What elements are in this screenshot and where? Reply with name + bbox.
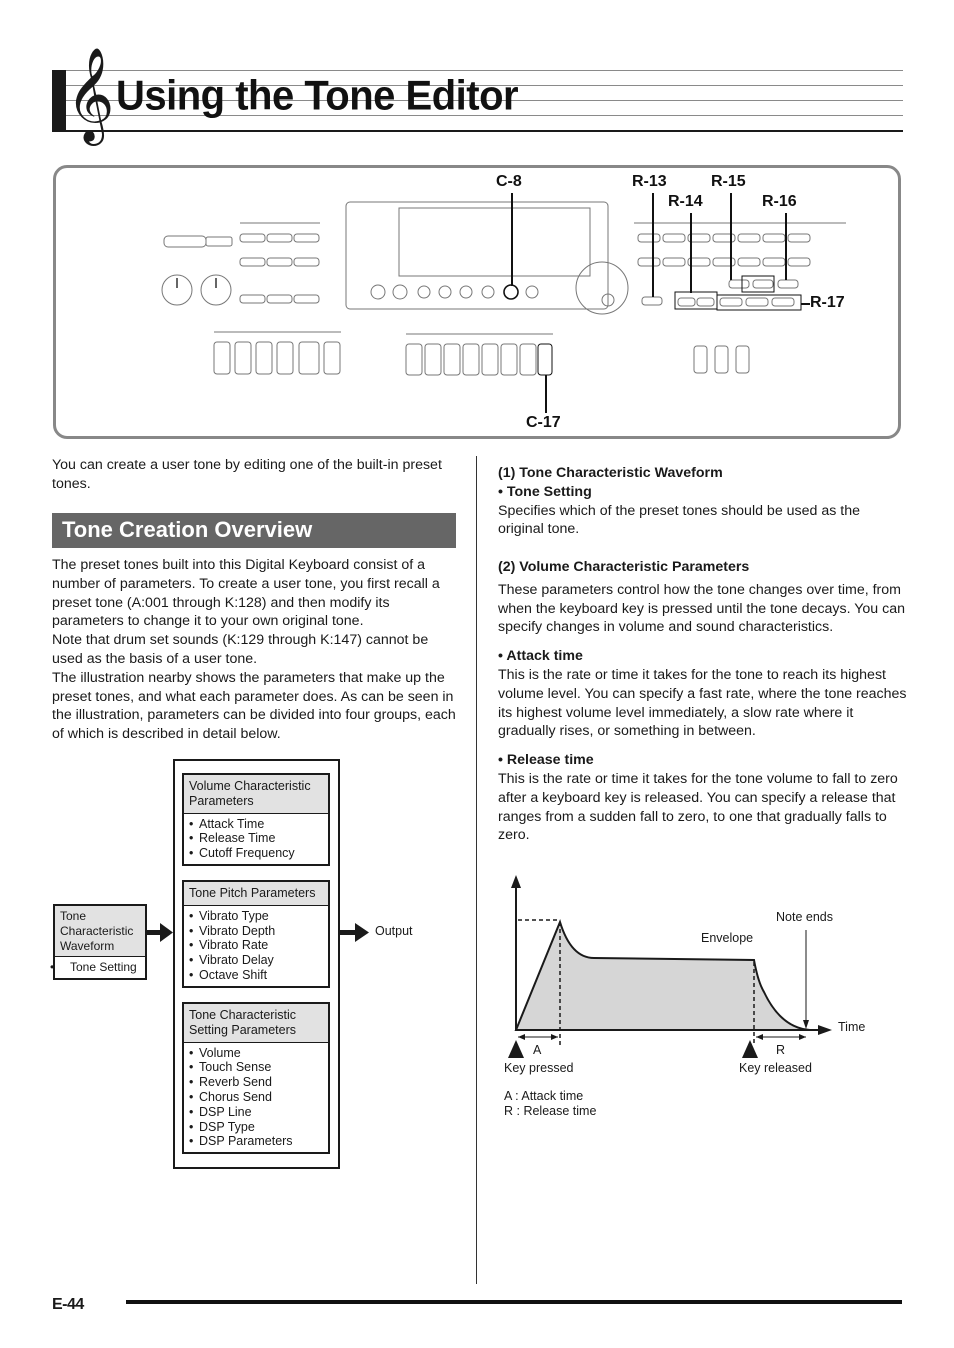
volume-params-box: Volume Characteristic Parameters Attack … (182, 773, 330, 866)
release-r-label: R (776, 1043, 785, 1057)
treble-clef-icon: 𝄞 (66, 47, 115, 142)
callout-line-c17 (545, 375, 547, 413)
section-2-text: These parameters control how the tone ch… (498, 581, 905, 636)
list-item: DSP Line (189, 1105, 323, 1120)
arrow-right-icon (338, 923, 369, 942)
list-item: Vibrato Delay (189, 953, 323, 968)
list-item: Cutoff Frequency (189, 846, 323, 861)
list-item: DSP Type (189, 1120, 323, 1135)
callout-r16: R-16 (762, 193, 797, 210)
release-time-text: This is the rate or time it takes for th… (498, 770, 898, 844)
staff-line-bottom (66, 130, 903, 132)
list-item: Reverb Send (189, 1075, 323, 1090)
list-item: Vibrato Depth (189, 924, 323, 939)
column-divider (476, 456, 477, 1284)
callout-line-r17 (801, 303, 810, 305)
attack-time-heading: • Attack time (498, 648, 583, 665)
list-item: Release Time (189, 831, 323, 846)
tone-setting-heading: • Tone Setting (498, 483, 592, 500)
page-title: Using the Tone Editor (116, 72, 519, 120)
box-list: Volume Touch Sense Reverb Send Chorus Se… (184, 1043, 328, 1153)
output-label: Output (375, 924, 413, 938)
list-item: Touch Sense (189, 1060, 323, 1075)
list-item: Octave Shift (189, 968, 323, 983)
callout-line-r14 (690, 213, 692, 293)
tone-editor-button-c8 (503, 284, 519, 300)
callout-c17: C-17 (526, 414, 561, 431)
list-item: Vibrato Rate (189, 938, 323, 953)
footer-rule (126, 1300, 902, 1304)
waveform-input-box: Tone Characteristic Waveform Tone Settin… (53, 904, 147, 981)
envelope-label: Envelope (701, 931, 753, 945)
staff-line (66, 70, 903, 71)
intro-text: You can create a user tone by editing on… (52, 457, 442, 492)
box-list: Attack Time Release Time Cutoff Frequenc… (184, 814, 328, 864)
section-heading: Tone Creation Overview (52, 513, 456, 548)
section-2-heading: (2) Volume Characteristic Parameters (498, 558, 750, 575)
key-released-marker-icon (742, 1040, 758, 1058)
attack-time-text: This is the rate or time it takes for th… (498, 666, 907, 740)
callout-r13: R-13 (632, 173, 667, 190)
attack-a-label: A (533, 1043, 542, 1057)
list-item: Chorus Send (189, 1090, 323, 1105)
envelope-diagram: Note ends Envelope Time A R Key pressed … (504, 875, 865, 1118)
callout-c8: C-8 (496, 173, 522, 190)
callout-line-r15 (730, 193, 732, 280)
key-released-label: Key released (739, 1061, 812, 1075)
overview-text: The preset tones built into this Digital… (52, 556, 462, 744)
power-label-box (205, 236, 233, 247)
overview-paragraph: The illustration nearby shows the parame… (52, 669, 456, 743)
list-item: DSP Parameters (189, 1134, 323, 1149)
overview-paragraph: The preset tones built into this Digital… (52, 557, 440, 630)
overview-paragraph: Note that drum set sounds (K:129 through… (52, 632, 429, 667)
callout-r14: R-14 (668, 193, 703, 210)
page-title-block: 𝄞 Using the Tone Editor (52, 54, 903, 145)
x-axis-arrowhead (818, 1025, 832, 1035)
box-header: Tone Pitch Parameters (184, 882, 328, 906)
arrow-right-icon (146, 923, 173, 942)
list-item: Attack Time (189, 817, 323, 832)
pitch-params-box: Tone Pitch Parameters Vibrato Type Vibra… (182, 880, 330, 988)
list-item: Volume (189, 1046, 323, 1061)
box-header: Tone Characteristic Setting Parameters (184, 1004, 328, 1043)
callout-line-c8 (511, 193, 513, 286)
setting-params-box: Tone Characteristic Setting Parameters V… (182, 1002, 330, 1155)
y-axis-arrowhead (511, 875, 521, 888)
key-pressed-label: Key pressed (504, 1061, 574, 1075)
box-list: Tone Setting (55, 957, 145, 978)
callout-line-r13 (652, 193, 654, 297)
release-time-heading: • Release time (498, 752, 594, 769)
callout-r15: R-15 (711, 173, 746, 190)
callout-line-r16 (785, 213, 787, 280)
keyboard-panel-illustration: C-8 C-17 R-13 R-14 R-15 R-16 R-17 (53, 165, 901, 439)
page-number: E-44 (52, 1296, 84, 1313)
list-item: Vibrato Type (189, 909, 323, 924)
box-header: Tone Characteristic Waveform (55, 906, 145, 958)
section-1-heading: (1) Tone Characteristic Waveform (498, 465, 723, 481)
callout-r17: R-17 (810, 294, 845, 311)
key-pressed-marker-icon (508, 1040, 524, 1058)
right-column: (1) Tone Characteristic Waveform • Tone … (498, 464, 908, 845)
note-ends-label: Note ends (776, 910, 833, 924)
legend-attack: A : Attack time (504, 1089, 583, 1103)
box-header: Volume Characteristic Parameters (184, 775, 328, 814)
power-button (163, 235, 207, 248)
title-bar-marker (52, 70, 66, 132)
tone-setting-text: Specifies which of the preset tones shou… (498, 502, 861, 538)
list-item: Tone Setting (60, 960, 140, 975)
time-label: Time (838, 1020, 865, 1034)
legend-release: R : Release time (504, 1104, 596, 1118)
box-list: Vibrato Type Vibrato Depth Vibrato Rate … (184, 906, 328, 986)
